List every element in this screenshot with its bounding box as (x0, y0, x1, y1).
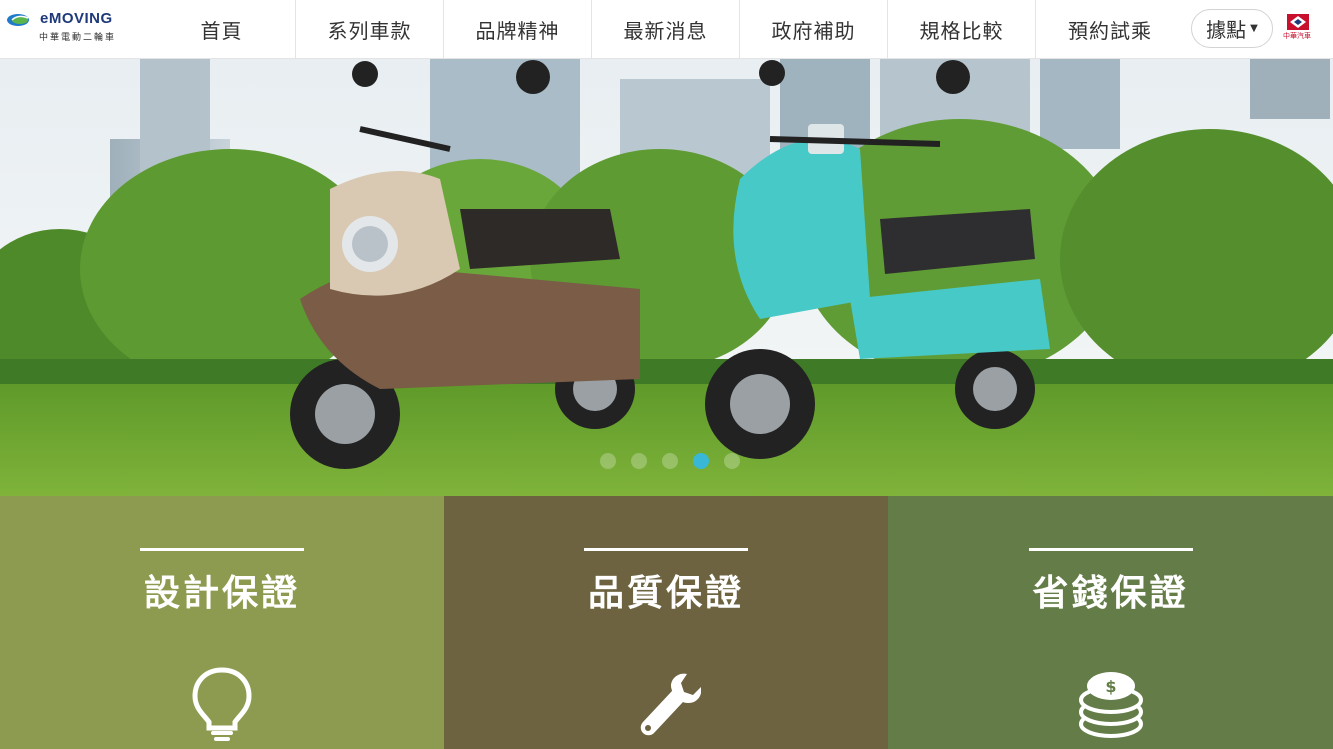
main-nav: 首頁 系列車款 品牌精神 最新消息 政府補助 規格比較 預約試乘 (148, 0, 1184, 58)
china-motor-emblem-icon (1287, 14, 1309, 30)
logo-subtitle: 中華電動二輪車 (39, 33, 117, 43)
carousel-dot-4[interactable] (693, 453, 709, 469)
svg-text:$: $ (1105, 677, 1116, 696)
nav-subsidy[interactable]: 政府補助 (740, 0, 888, 58)
feature-quality-guarantee[interactable]: 品質保證 (444, 496, 888, 749)
nav-spec-compare[interactable]: 規格比較 (888, 0, 1036, 58)
feature-design-guarantee[interactable]: 設計保證 (0, 496, 444, 749)
panel-divider (584, 548, 748, 551)
nav-models[interactable]: 系列車款 (296, 0, 444, 58)
logo-wordmark: eMOVING (40, 10, 113, 27)
nav-test-ride[interactable]: 預約試乘 (1036, 0, 1184, 58)
china-motor-logo[interactable]: 中華汽車 (1283, 14, 1315, 42)
locations-dropdown[interactable]: 據點 ▼ (1191, 9, 1273, 48)
carousel-dot-5[interactable] (724, 453, 740, 469)
feature-title: 省錢保證 (1032, 573, 1189, 614)
feature-savings-guarantee[interactable]: 省錢保證 $ (888, 496, 1333, 749)
site-header: eMOVING 中華電動二輪車 首頁 系列車款 品牌精神 最新消息 政府補助 規… (0, 0, 1333, 59)
emoving-logo-icon (7, 14, 29, 26)
panel-divider (140, 548, 304, 551)
feature-title: 設計保證 (143, 573, 300, 614)
locations-label: 據點 (1206, 18, 1247, 42)
carousel-dot-1[interactable] (600, 453, 616, 469)
china-motor-text: 中華汽車 (1283, 32, 1311, 40)
hero-image (0, 59, 1333, 496)
caret-down-icon: ▼ (1250, 23, 1258, 34)
feature-panels: 設計保證 品質保證 省錢保證 $ (0, 496, 1333, 749)
emoving-logo[interactable]: eMOVING 中華電動二輪車 (6, 10, 131, 46)
panel-divider (1028, 548, 1193, 551)
nav-home[interactable]: 首頁 (148, 0, 296, 58)
nav-news[interactable]: 最新消息 (592, 0, 740, 58)
carousel-dot-2[interactable] (631, 453, 647, 469)
hero-carousel-dots (600, 453, 740, 469)
nav-brand-spirit[interactable]: 品牌精神 (444, 0, 592, 58)
wrench-icon (640, 673, 701, 736)
lightbulb-icon (192, 667, 252, 741)
coin-stack-icon: $ (1078, 672, 1143, 738)
feature-title: 品質保證 (587, 573, 744, 614)
carousel-dot-3[interactable] (662, 453, 678, 469)
hero-banner[interactable] (0, 59, 1333, 496)
